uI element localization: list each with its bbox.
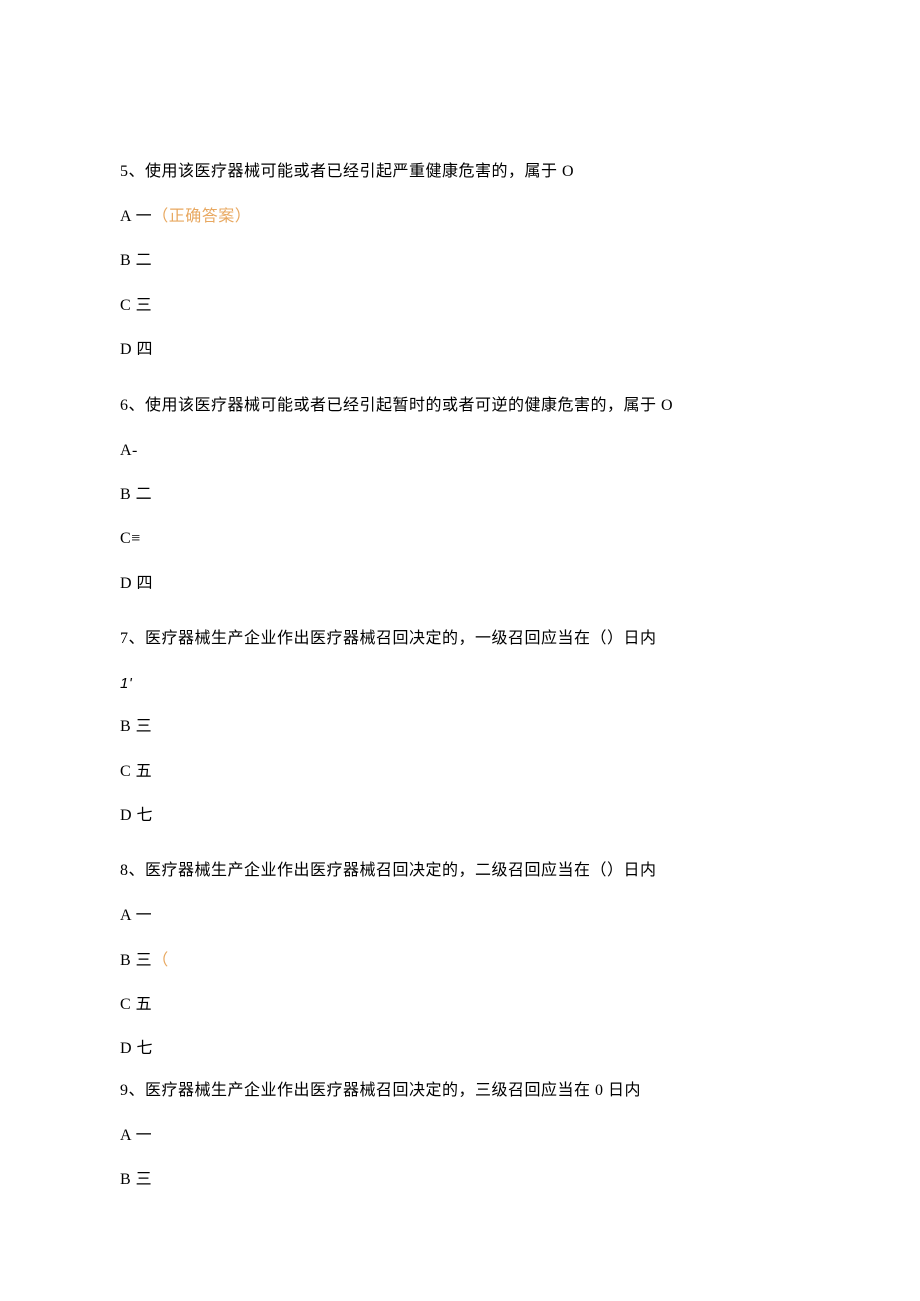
option-c: C 三 (120, 295, 800, 317)
question-body: 使用该医疗器械可能或者已经引起暂时的或者可逆的健康危害的，属于 O (145, 397, 673, 414)
paren-marker: （ (152, 952, 169, 969)
question-text: 5、使用该医疗器械可能或者已经引起严重健康危害的，属于 O (120, 160, 800, 184)
option-c: C≡ (120, 528, 800, 550)
option-c: C 五 (120, 994, 800, 1016)
question-8: 8、医疗器械生产企业作出医疗器械召回决定的，二级召回应当在（）日内 A 一 B … (120, 859, 800, 1061)
question-body: 医疗器械生产企业作出医疗器械召回决定的，二级召回应当在（）日内 (145, 862, 657, 879)
option-b: B 三 (120, 1169, 800, 1191)
question-body: 医疗器械生产企业作出医疗器械召回决定的，三级召回应当在 0 日内 (145, 1082, 641, 1099)
question-9: 9、医疗器械生产企业作出医疗器械召回决定的，三级召回应当在 0 日内 A 一 B… (120, 1079, 800, 1192)
option-c: C 五 (120, 761, 800, 783)
question-text: 8、医疗器械生产企业作出医疗器械召回决定的，二级召回应当在（）日内 (120, 859, 800, 883)
question-text: 9、医疗器械生产企业作出医疗器械召回决定的，三级召回应当在 0 日内 (120, 1079, 800, 1103)
question-number: 5、 (120, 163, 145, 180)
option-label: B 三 (120, 952, 152, 969)
option-a: A- (120, 440, 800, 462)
question-body: 医疗器械生产企业作出医疗器械召回决定的，一级召回应当在（）日内 (145, 630, 657, 647)
question-7: 7、医疗器械生产企业作出医疗器械召回决定的，一级召回应当在（）日内 1' B 三… (120, 627, 800, 827)
option-label: A 一 (120, 208, 152, 225)
option-italic: 1' (120, 673, 800, 694)
option-a: A 一 (120, 905, 800, 927)
option-b: B 二 (120, 250, 800, 272)
question-6: 6、使用该医疗器械可能或者已经引起暂时的或者可逆的健康危害的，属于 O A- B… (120, 394, 800, 596)
correct-answer-marker: （正确答案） (152, 208, 251, 225)
option-d: D 七 (120, 805, 800, 827)
question-text: 6、使用该医疗器械可能或者已经引起暂时的或者可逆的健康危害的，属于 O (120, 394, 800, 418)
question-number: 7、 (120, 630, 145, 647)
option-a: A 一 (120, 1125, 800, 1147)
option-a: A 一（正确答案） (120, 206, 800, 228)
question-number: 9、 (120, 1082, 145, 1099)
question-number: 6、 (120, 397, 145, 414)
option-b: B 三 (120, 716, 800, 738)
option-b: B 三（ (120, 950, 800, 972)
question-number: 8、 (120, 862, 145, 879)
option-d: D 七 (120, 1038, 800, 1060)
question-text: 7、医疗器械生产企业作出医疗器械召回决定的，一级召回应当在（）日内 (120, 627, 800, 651)
question-body: 使用该医疗器械可能或者已经引起严重健康危害的，属于 O (145, 163, 574, 180)
question-5: 5、使用该医疗器械可能或者已经引起严重健康危害的，属于 O A 一（正确答案） … (120, 160, 800, 362)
option-d: D 四 (120, 339, 800, 361)
option-b: B 二 (120, 484, 800, 506)
option-d: D 四 (120, 573, 800, 595)
